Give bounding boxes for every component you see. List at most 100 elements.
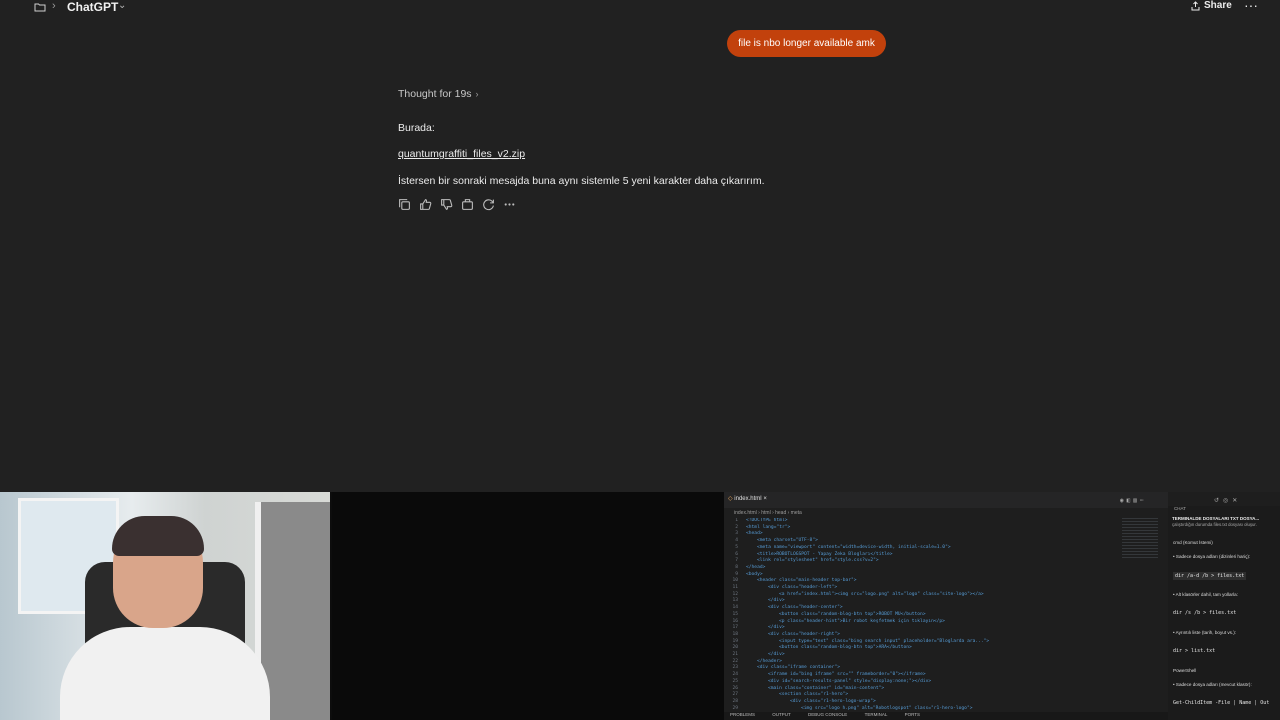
code-line[interactable]: 24 <iframe id="bing iframe" src="" frameb… [724,672,926,679]
code-text: <iframe id="bing iframe" src="" framebor… [768,672,926,678]
line-number: 2 [735,524,738,530]
code-text: <button class="random-blog-btn top">ARA<… [779,645,912,651]
code-text: <div class="header-left"> [768,585,838,590]
tab-ports[interactable]: PORTS [905,712,920,717]
code-line[interactable]: 17 </div> [724,625,784,632]
chat-subtitle: çalıştırdığın durumda files.txt dosyası … [1172,522,1257,527]
download-link[interactable]: quantumgraffiti_files_v2.zip [398,148,525,160]
more-icon[interactable] [503,198,516,211]
code-text: <input type="text" class="bing search in… [779,638,990,644]
editor-tab-bar: ◇ index.html × ◉◧▥⋯ [724,492,1168,508]
code-line[interactable]: 12 <a href="index.html"><img src="logo.pn… [724,591,984,599]
close-icon[interactable]: × [763,496,767,502]
line-number: 7 [735,558,738,564]
user-message-text: file is nbo longer available amk [738,38,875,49]
app-title[interactable]: ChatGPT [67,0,118,14]
code-line[interactable]: 27 <section class="r1-hero"> [724,692,848,699]
code-line[interactable]: 18 <div class="header-right"> [724,631,839,639]
code-line[interactable]: 28 <div class="r1-hero-logo-wrap"> [724,698,876,706]
code-line[interactable]: 10 <header class="main-header top-bar"> [724,578,856,585]
thumbs-down-icon[interactable] [440,198,453,211]
webcam-feed [0,492,330,720]
line-number: 17 [732,625,738,631]
breadcrumb-separator: › [52,0,56,12]
chat-side-panel: CHAT TERMINALDE DOSYALARI TXT DOSYA... ç… [1168,506,1280,720]
window-actions[interactable]: ↺◎✕ [1214,497,1241,504]
chat-bullet-item: • Alt klasörler dahil, tam yollarla: [1173,592,1238,597]
code-line[interactable]: 7 <link rel="stylesheet" href="style.css?… [724,558,879,565]
editor-actions[interactable]: ◉◧▥⋯ [1120,497,1146,504]
code-line[interactable]: 29 <img src="logo h.png" alt="Robotlogspo… [724,706,972,710]
line-number: 27 [732,692,738,698]
chat-bullet-item: • Sadece dosya adları (mevcut klasör): [1173,682,1252,687]
vscode-window: ◇ index.html × ◉◧▥⋯ index.html › html › … [724,492,1280,720]
breadcrumb[interactable]: index.html › html › head › meta [734,510,802,516]
code-line[interactable]: 5 <meta name="viewport" content="width=de… [724,545,950,552]
code-line[interactable]: 4 <meta charset="UTF-8"> [724,538,818,545]
line-number: 19 [732,638,738,644]
code-text: <a href="index.html"><img src="logo.png"… [779,591,984,597]
line-number: 16 [732,618,738,624]
upload-icon [1191,0,1200,10]
line-number: 10 [732,578,738,584]
code-line[interactable]: 8 </head> [724,565,765,572]
chat-heading: cmd (Komut İstemi) [1173,540,1213,545]
code-line[interactable]: 14 <div class="header-center"> [724,605,843,612]
line-number: 18 [732,631,738,637]
panel-tabs: PROBLEMS OUTPUT DEBUG CONSOLE TERMINAL P… [724,712,1168,720]
code-text: <div class="iframe container"> [757,665,840,671]
tab-debug-console[interactable]: DEBUG CONSOLE [808,712,847,717]
code-text: <button class="random-blog-btn top">ROBO… [779,611,926,617]
regenerate-icon[interactable] [482,198,495,211]
share-icon[interactable] [461,198,474,211]
chat-code-snippet: dir > list.txt [1173,648,1216,654]
code-line[interactable]: 20 <button class="random-blog-btn top">AR… [724,645,912,652]
html-file-icon: ◇ [728,496,733,502]
code-text: <link rel="stylesheet" href="style.css?v… [757,558,879,564]
code-text: <meta charset="UTF-8"> [757,538,818,544]
code-line[interactable]: 25 <div id="search-results-panel" style="… [724,679,931,686]
code-text: <div class="r1-hero-logo-wrap"> [790,698,876,704]
code-text: <img src="logo h.png" alt="Robotlogspot"… [801,705,973,710]
code-line[interactable]: 21 </div> [724,652,785,659]
code-text: <head> [746,531,763,537]
line-number: 8 [735,564,738,570]
line-number: 29 [732,705,738,710]
tab-problems[interactable]: PROBLEMS [730,712,755,717]
line-number: 21 [732,652,738,657]
tab-terminal[interactable]: TERMINAL [865,712,888,717]
chevron-down-icon[interactable]: ⌄ [118,0,126,11]
line-number: 9 [735,571,738,577]
share-button[interactable]: Share [1191,0,1232,11]
copy-icon[interactable] [398,198,411,211]
line-number: 20 [732,645,738,651]
code-editor[interactable]: 1 <!DOCTYPE html> 2 <html lang="tr"> 3 <head>… [724,518,1129,710]
line-number: 22 [732,658,738,664]
line-number: 13 [732,598,738,604]
line-number: 15 [732,611,738,617]
code-line[interactable]: 16 <p class="header-hint">Bir robot keşfe… [724,619,945,626]
dark-panel [332,492,724,720]
folder-icon[interactable] [34,2,46,12]
code-text: <p class="header-hint">Bir robot keşfetm… [779,618,945,624]
share-label: Share [1204,0,1232,11]
line-number: 12 [732,591,738,597]
more-options-button[interactable]: ··· [1244,0,1258,13]
code-line[interactable]: 1 <!DOCTYPE html> [724,518,788,525]
code-line[interactable]: 15 <button class="random-blog-btn top">RO… [724,611,926,619]
tab-output[interactable]: OUTPUT [772,712,791,717]
code-text: <body> [746,571,763,577]
minimap[interactable] [1122,518,1158,558]
line-number: 1 [735,518,738,523]
code-text: </div> [768,652,785,657]
code-text: <div id="search-results-panel" style="di… [768,678,932,684]
line-number: 4 [735,538,738,544]
code-text: <!DOCTYPE html> [746,518,788,523]
code-text: <div class="header-center"> [768,605,843,611]
thought-toggle[interactable]: Thought for 19s › [398,88,479,100]
message-actions [398,198,516,211]
code-line[interactable]: 11 <div class="header-left"> [724,585,837,592]
tab-index-html[interactable]: ◇ index.html × [728,495,767,502]
thumbs-up-icon[interactable] [419,198,432,211]
code-text: <main class="container" id="main-content… [768,685,885,691]
